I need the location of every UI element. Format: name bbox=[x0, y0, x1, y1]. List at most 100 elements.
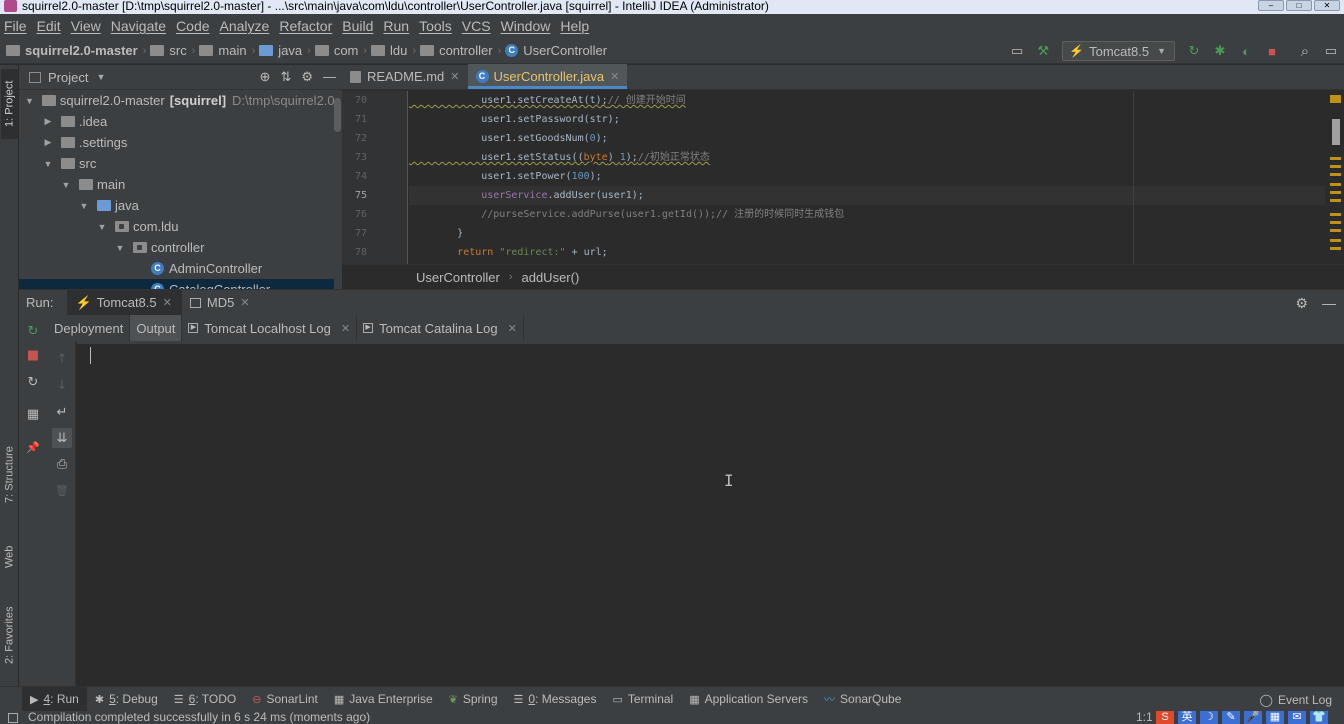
run-tab-md5[interactable]: MD5 ✕ bbox=[182, 290, 260, 316]
run-tab-tomcat[interactable]: ⚡ Tomcat8.5 ✕ bbox=[67, 289, 182, 316]
project-view-selector[interactable]: Project bbox=[48, 70, 88, 85]
close-tab-icon[interactable]: ✕ bbox=[163, 296, 172, 309]
bottom-tab-run[interactable]: ▶ 4: Run bbox=[22, 686, 87, 712]
print-icon[interactable]: ⎙ bbox=[52, 454, 72, 474]
layout-icon[interactable]: ▭ bbox=[1323, 43, 1339, 59]
settings-gear-icon[interactable]: ⚙ bbox=[301, 69, 313, 85]
stop-icon[interactable]: ■ bbox=[23, 345, 43, 365]
code-line[interactable]: user1.setPassword(str); bbox=[409, 110, 1325, 129]
tree-item[interactable]: ▶ .idea bbox=[19, 111, 342, 132]
tool-windows-toggle-icon[interactable] bbox=[8, 713, 18, 723]
collapse-split-icon[interactable]: ⇅ bbox=[280, 69, 291, 85]
layout-grid-icon[interactable]: ▦ bbox=[23, 404, 43, 424]
sogou-ime-icon[interactable]: S bbox=[1156, 711, 1174, 724]
code-line[interactable]: user1.setGoodsNum(0); bbox=[409, 129, 1325, 148]
up-arrow-icon[interactable]: ↑ bbox=[52, 349, 72, 369]
coverage-icon[interactable]: ◐ bbox=[1238, 43, 1254, 59]
nav-crumb-controller[interactable]: controller › bbox=[420, 43, 501, 58]
code-editor[interactable]: user1.setCreateAt(t);// 创建开始时间 user1.set… bbox=[409, 91, 1325, 264]
soft-wrap-icon[interactable]: ↵ bbox=[52, 402, 72, 422]
warning-marker[interactable] bbox=[1330, 95, 1341, 103]
scroll-thumb[interactable] bbox=[1332, 119, 1340, 145]
skin-icon[interactable]: 👕 bbox=[1310, 711, 1328, 724]
trash-icon[interactable]: 🗑 bbox=[52, 480, 72, 500]
close-tab-icon[interactable]: ✕ bbox=[341, 322, 350, 335]
warning-marker[interactable] bbox=[1330, 229, 1341, 232]
editor-tab-readme[interactable]: README.md ✕ bbox=[342, 64, 468, 89]
rerun-icon[interactable]: ↻ bbox=[1186, 43, 1202, 59]
tree-item[interactable]: ▼ main bbox=[19, 174, 342, 195]
bottom-tab-java-enterprise[interactable]: ▦ Java Enterprise bbox=[326, 687, 441, 712]
warning-marker[interactable] bbox=[1330, 239, 1341, 242]
menu-build[interactable]: Build bbox=[340, 18, 379, 34]
scroll-to-end-icon[interactable]: ⇊ bbox=[52, 428, 72, 448]
warning-marker[interactable] bbox=[1330, 221, 1341, 224]
down-arrow-icon[interactable]: ↓ bbox=[52, 375, 72, 395]
menu-code[interactable]: Code bbox=[174, 18, 215, 34]
bottom-tab-sonarlint[interactable]: ⊖ SonarLint bbox=[244, 687, 326, 712]
settings-gear-icon[interactable]: ⚙ bbox=[1295, 295, 1308, 312]
menu-refactor[interactable]: Refactor bbox=[277, 18, 338, 34]
nav-crumb-usercontroller[interactable]: C UserController bbox=[505, 43, 607, 58]
expand-toggle-icon[interactable]: ▼ bbox=[79, 201, 89, 211]
warning-marker[interactable] bbox=[1330, 165, 1341, 168]
project-tool-tab[interactable]: 1: Project bbox=[1, 69, 18, 139]
pen-icon[interactable]: ✎ bbox=[1222, 711, 1240, 724]
project-scrollbar[interactable] bbox=[334, 90, 342, 289]
code-line[interactable]: userService.addUser(user1); bbox=[409, 186, 1325, 205]
bottom-tab-messages[interactable]: ☰ 0: Messages bbox=[506, 687, 605, 712]
code-line[interactable]: } bbox=[409, 224, 1325, 243]
warning-marker[interactable] bbox=[1330, 173, 1341, 176]
pin-icon[interactable]: 📌 bbox=[23, 437, 43, 457]
layout-icon[interactable]: ▭ bbox=[1009, 43, 1025, 59]
stop-icon[interactable]: ■ bbox=[1264, 43, 1280, 59]
web-tool-tab[interactable]: Web bbox=[1, 535, 18, 579]
menu-help[interactable]: Help bbox=[558, 18, 595, 34]
nav-crumb-main[interactable]: main › bbox=[199, 43, 255, 58]
expand-toggle-icon[interactable]: ▼ bbox=[61, 180, 71, 190]
event-log-button[interactable]: ◯ Event Log bbox=[1260, 687, 1332, 712]
close-tab-icon[interactable]: ✕ bbox=[610, 70, 619, 83]
rerun-icon[interactable]: ↻ bbox=[23, 321, 43, 341]
build-hammer-icon[interactable]: ⚒ bbox=[1035, 43, 1051, 59]
debug-icon[interactable]: ✱ bbox=[1212, 43, 1228, 59]
menu-window[interactable]: Window bbox=[499, 18, 557, 34]
code-line[interactable]: //purseService.addPurse(user1.getId());/… bbox=[409, 205, 1325, 224]
nav-crumb-com[interactable]: com › bbox=[314, 43, 367, 58]
subtab-deployment[interactable]: Deployment bbox=[48, 315, 131, 341]
locate-target-icon[interactable]: ⊕ bbox=[260, 69, 271, 85]
bottom-tab-application-servers[interactable]: ▦ Application Servers bbox=[681, 687, 816, 712]
collapse-toggle-icon[interactable]: ▶ bbox=[43, 116, 53, 127]
tree-item[interactable]: C AdminController bbox=[19, 258, 342, 279]
bottom-tab-spring[interactable]: ❦ Spring bbox=[441, 687, 506, 712]
menu-navigate[interactable]: Navigate bbox=[109, 18, 172, 34]
chevron-down-icon[interactable]: ▼ bbox=[96, 72, 105, 82]
warning-marker[interactable] bbox=[1330, 247, 1341, 250]
nav-crumb-src[interactable]: src › bbox=[150, 43, 195, 58]
bottom-tab-sonarqube[interactable]: 〰 SonarQube bbox=[816, 687, 909, 712]
code-line[interactable]: user1.setStatus((byte) 1);//初始正常状态 bbox=[409, 148, 1325, 167]
hide-panel-icon[interactable]: — bbox=[323, 69, 336, 85]
menu-analyze[interactable]: Analyze bbox=[218, 18, 276, 34]
warning-marker[interactable] bbox=[1330, 199, 1341, 202]
subtab-tomcat-localhost-log[interactable]: ▶ Tomcat Localhost Log ✕ bbox=[182, 315, 358, 341]
code-line[interactable]: user1.setCreateAt(t);// 创建开始时间 bbox=[409, 91, 1325, 110]
nav-crumb-ldu[interactable]: ldu › bbox=[371, 43, 416, 58]
expand-toggle-icon[interactable]: ▼ bbox=[25, 96, 34, 106]
close-window-button[interactable]: ✕ bbox=[1314, 0, 1340, 11]
tree-item[interactable]: CCatelogController bbox=[19, 279, 342, 289]
code-line[interactable]: user1.setPower(100); bbox=[409, 167, 1325, 186]
caret-position[interactable]: 1:1 bbox=[1136, 711, 1153, 724]
bottom-tab-todo[interactable]: ☰ 6: TODO bbox=[166, 687, 244, 712]
tree-item[interactable]: ▼ controller bbox=[19, 237, 342, 258]
menu-file[interactable]: File bbox=[2, 18, 33, 34]
warning-marker[interactable] bbox=[1330, 183, 1341, 186]
menu-tools[interactable]: Tools bbox=[417, 18, 458, 34]
error-stripe[interactable] bbox=[1325, 91, 1344, 264]
close-tab-icon[interactable]: ✕ bbox=[240, 296, 249, 309]
maximize-window-button[interactable]: □ bbox=[1286, 0, 1312, 11]
warning-marker[interactable] bbox=[1330, 157, 1341, 160]
collapse-toggle-icon[interactable]: ▶ bbox=[43, 137, 53, 148]
minimize-window-button[interactable]: – bbox=[1258, 0, 1284, 11]
expand-toggle-icon[interactable]: ▼ bbox=[43, 159, 53, 169]
